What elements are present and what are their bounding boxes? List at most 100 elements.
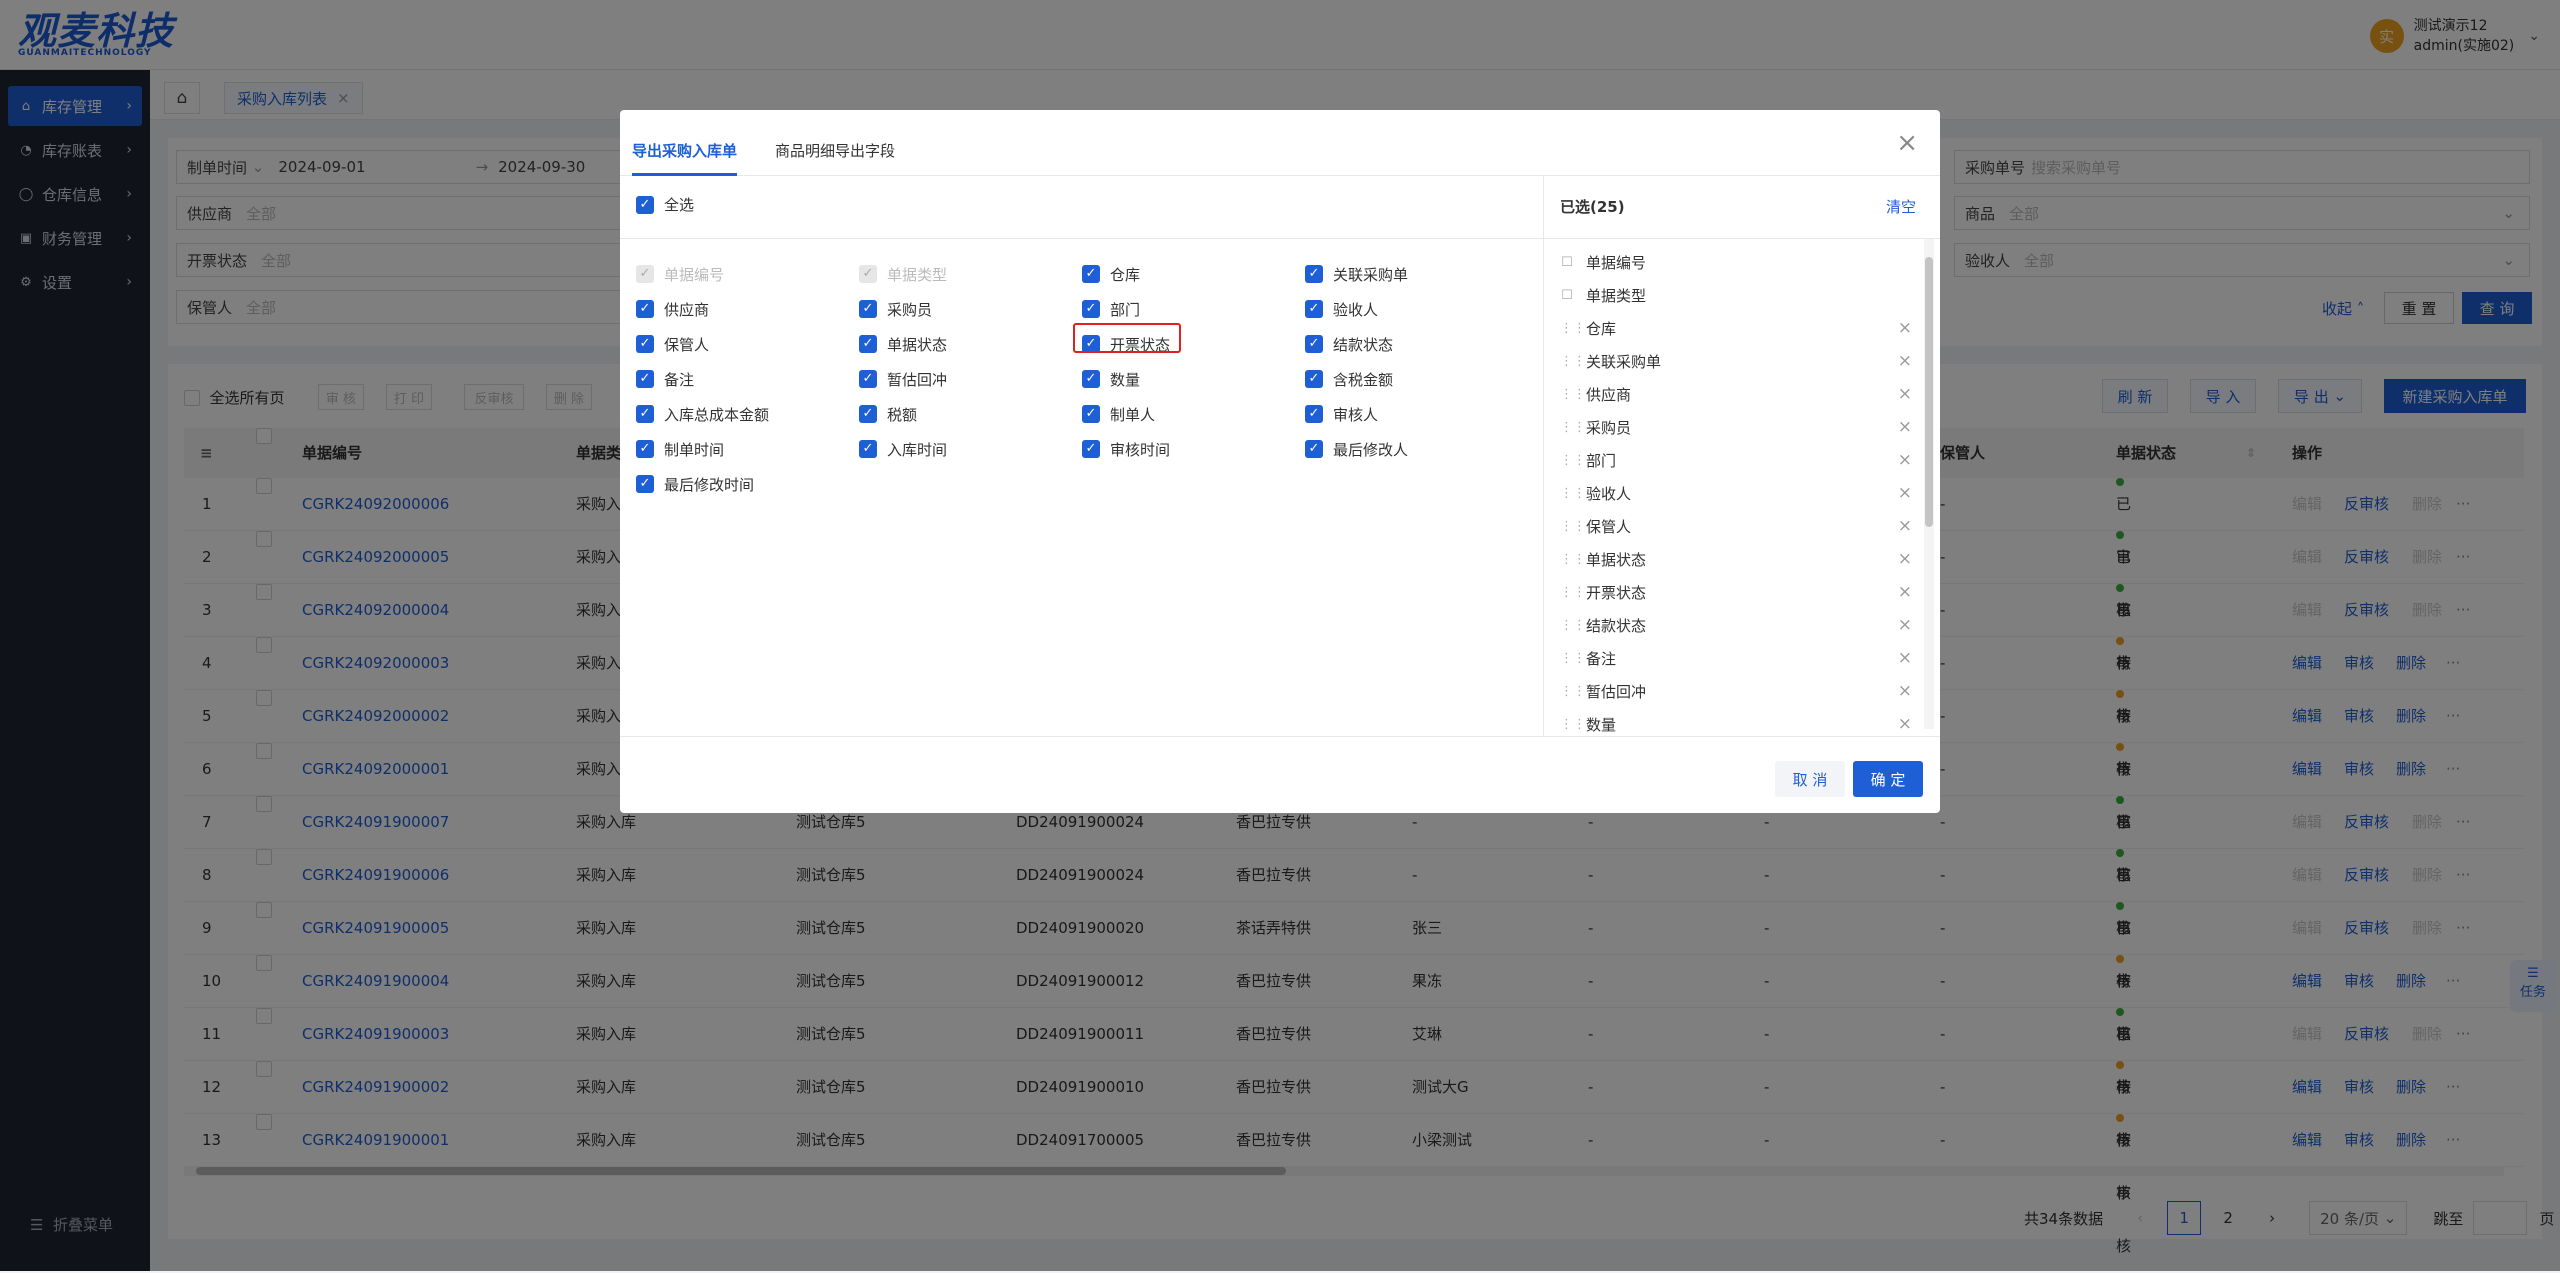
field-checkbox[interactable]: ✓ 制单时间: [636, 437, 724, 461]
remove-icon[interactable]: ×: [1898, 483, 1912, 503]
field-checkbox[interactable]: ✓ 制单人: [1082, 402, 1155, 426]
selected-field-item[interactable]: ⋮⋮ 部门 ×: [1560, 448, 1912, 472]
field-checkbox[interactable]: ✓ 税额: [859, 402, 917, 426]
remove-icon[interactable]: ×: [1898, 384, 1912, 404]
check-icon: ✓: [636, 300, 654, 318]
check-icon: ✓: [1305, 440, 1323, 458]
vertical-scrollbar[interactable]: [1924, 239, 1934, 729]
drag-handle-icon[interactable]: ⋮⋮: [1560, 321, 1586, 336]
check-icon: ✓: [859, 405, 877, 423]
drag-handle-icon[interactable]: ⋮⋮: [1560, 717, 1586, 732]
drag-handle-icon[interactable]: ⋮⋮: [1560, 552, 1586, 567]
field-checkbox[interactable]: ✓ 保管人: [636, 332, 709, 356]
selected-field-item: ☐ 单据编号: [1561, 253, 1647, 272]
drag-handle-icon[interactable]: ⋮⋮: [1560, 420, 1586, 435]
drag-handle-icon[interactable]: ⋮⋮: [1560, 585, 1586, 600]
lock-icon: ☐: [1561, 287, 1573, 303]
field-checkbox[interactable]: ✓ 含税金额: [1305, 367, 1393, 391]
remove-icon[interactable]: ×: [1898, 615, 1912, 635]
check-icon: ✓: [859, 440, 877, 458]
close-icon[interactable]: ×: [1896, 128, 1918, 158]
field-checkbox[interactable]: ✓ 最后修改人: [1305, 437, 1408, 461]
drag-handle-icon[interactable]: ⋮⋮: [1560, 684, 1586, 699]
field-checkbox[interactable]: ✓ 最后修改时间: [636, 472, 754, 496]
remove-icon[interactable]: ×: [1898, 450, 1912, 470]
selected-field-item[interactable]: ⋮⋮ 关联采购单 ×: [1560, 349, 1912, 373]
field-checkbox[interactable]: ✓ 审核人: [1305, 402, 1378, 426]
selected-field-item[interactable]: ⋮⋮ 仓库 ×: [1560, 316, 1912, 340]
tab-export-inbound[interactable]: 导出采购入库单: [632, 140, 738, 176]
field-checkbox[interactable]: ✓ 结款状态: [1305, 332, 1393, 356]
selected-field-item[interactable]: ⋮⋮ 开票状态 ×: [1560, 580, 1912, 604]
check-icon: ✓: [1082, 300, 1100, 318]
check-icon: ✓: [1305, 335, 1323, 353]
drag-handle-icon[interactable]: ⋮⋮: [1560, 519, 1586, 534]
field-checkbox[interactable]: ✓ 采购员: [859, 297, 932, 321]
field-checkbox[interactable]: ✓ 审核时间: [1082, 437, 1170, 461]
check-icon: ✓: [636, 475, 654, 493]
check-icon: ✓: [636, 440, 654, 458]
check-icon: ✓: [1305, 370, 1323, 388]
selected-field-item[interactable]: ⋮⋮ 供应商 ×: [1560, 382, 1912, 406]
field-checkbox[interactable]: ✓ 验收人: [1305, 297, 1378, 321]
drag-handle-icon[interactable]: ⋮⋮: [1560, 354, 1586, 369]
selected-field-item[interactable]: ⋮⋮ 暂估回冲 ×: [1560, 679, 1912, 703]
drag-handle-icon[interactable]: ⋮⋮: [1560, 453, 1586, 468]
remove-icon[interactable]: ×: [1898, 417, 1912, 437]
remove-icon[interactable]: ×: [1898, 714, 1912, 734]
check-icon: ✓: [636, 195, 654, 214]
drag-handle-icon[interactable]: ⋮⋮: [1560, 387, 1586, 402]
remove-icon[interactable]: ×: [1898, 648, 1912, 668]
field-checkbox[interactable]: ✓ 关联采购单: [1305, 262, 1408, 286]
dialog-footer: 取 消 确 定: [620, 736, 1940, 813]
field-checkbox[interactable]: ✓ 数量: [1082, 367, 1140, 391]
selected-field-item[interactable]: ⋮⋮ 验收人 ×: [1560, 481, 1912, 505]
dialog-tabs: 导出采购入库单 商品明细导出字段 ×: [620, 110, 1940, 176]
export-dialog: 导出采购入库单 商品明细导出字段 × ✓ 全选 ✓ 单据编号 ✓ 单据类型 ✓ 仓库 ✓ 关联采…: [620, 110, 1940, 813]
field-grid: ✓ 单据编号 ✓ 单据类型 ✓ 仓库 ✓ 关联采购单 ✓ 供应商 ✓ 采购员 ✓ 部门 ✓ 验收人 ✓ 保管人 ✓ 单…: [620, 238, 1544, 736]
remove-icon[interactable]: ×: [1898, 549, 1912, 569]
selected-fields-panel: 已选(25) 清空 ☐ 单据编号 ☐ 单据类型 ⋮⋮ 仓库 × ⋮⋮ 关联采购单 × ⋮⋮ 供应商 × ⋮…: [1544, 176, 1940, 736]
check-icon: ✓: [636, 335, 654, 353]
check-icon: ✓: [859, 265, 877, 283]
selected-field-item[interactable]: ⋮⋮ 单据状态 ×: [1560, 547, 1912, 571]
selected-field-item[interactable]: ⋮⋮ 数量 ×: [1560, 712, 1912, 736]
remove-icon[interactable]: ×: [1898, 582, 1912, 602]
selected-count: 已选(25): [1560, 198, 1625, 216]
highlight-box: [1073, 323, 1181, 353]
cancel-button[interactable]: 取 消: [1775, 761, 1845, 797]
remove-icon[interactable]: ×: [1898, 681, 1912, 701]
selected-field-item[interactable]: ⋮⋮ 采购员 ×: [1560, 415, 1912, 439]
field-checkbox[interactable]: ✓ 单据状态: [859, 332, 947, 356]
tab-product-detail-fields[interactable]: 商品明细导出字段: [775, 140, 895, 176]
field-checkbox[interactable]: ✓ 部门: [1082, 297, 1140, 321]
check-icon: ✓: [1082, 405, 1100, 423]
drag-handle-icon[interactable]: ⋮⋮: [1560, 651, 1586, 666]
remove-icon[interactable]: ×: [1898, 318, 1912, 338]
check-icon: ✓: [1305, 265, 1323, 283]
field-checkbox[interactable]: ✓ 仓库: [1082, 262, 1140, 286]
check-icon: ✓: [1305, 300, 1323, 318]
check-icon: ✓: [859, 300, 877, 318]
remove-icon[interactable]: ×: [1898, 351, 1912, 371]
field-checkbox[interactable]: ✓ 备注: [636, 367, 694, 391]
selected-fields-list: ☐ 单据编号 ☐ 单据类型 ⋮⋮ 仓库 × ⋮⋮ 关联采购单 × ⋮⋮ 供应商 × ⋮⋮ 采购员 × ⋮⋮ 部门 ×…: [1544, 238, 1940, 736]
field-checkbox[interactable]: ✓ 暂估回冲: [859, 367, 947, 391]
check-icon: ✓: [1082, 265, 1100, 283]
selected-field-item[interactable]: ⋮⋮ 备注 ×: [1560, 646, 1912, 670]
remove-icon[interactable]: ×: [1898, 516, 1912, 536]
check-icon: ✓: [636, 370, 654, 388]
select-all-checkbox[interactable]: ✓ 全选: [636, 194, 694, 215]
selected-field-item[interactable]: ⋮⋮ 保管人 ×: [1560, 514, 1912, 538]
field-checkbox[interactable]: ✓ 供应商: [636, 297, 709, 321]
confirm-button[interactable]: 确 定: [1853, 761, 1923, 797]
check-icon: ✓: [1305, 405, 1323, 423]
field-checkbox[interactable]: ✓ 入库总成本金额: [636, 402, 769, 426]
clear-button[interactable]: 清空: [1886, 196, 1916, 217]
selected-field-item: ☐ 单据类型: [1561, 286, 1647, 305]
drag-handle-icon[interactable]: ⋮⋮: [1560, 486, 1586, 501]
field-checkbox: ✓ 单据类型: [859, 262, 947, 286]
field-checkbox[interactable]: ✓ 入库时间: [859, 437, 947, 461]
drag-handle-icon[interactable]: ⋮⋮: [1560, 618, 1586, 633]
selected-field-item[interactable]: ⋮⋮ 结款状态 ×: [1560, 613, 1912, 637]
